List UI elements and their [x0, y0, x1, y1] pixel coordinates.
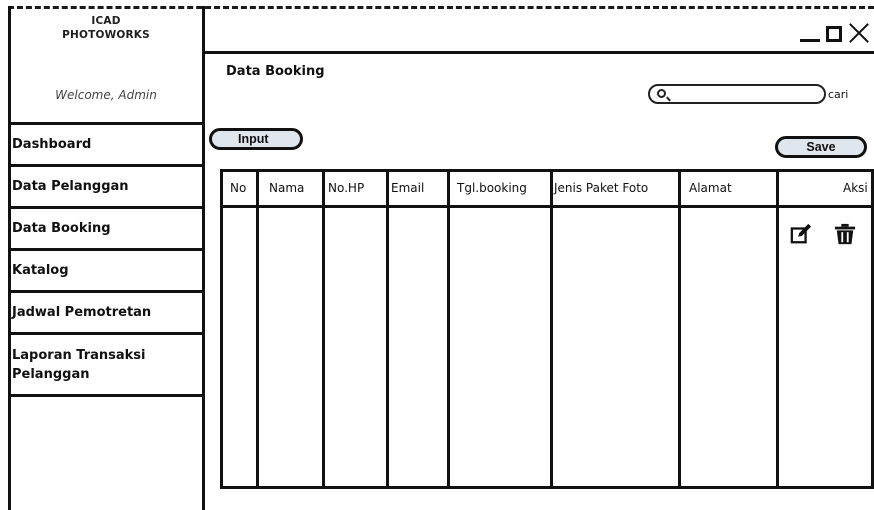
sidebar-border — [202, 6, 205, 510]
sidebar-item-label: Dashboard — [12, 137, 92, 152]
sidebar: ICAD PHOTOWORKS Welcome, Admin Dashboard… — [8, 6, 204, 510]
column-divider — [776, 172, 779, 486]
sidebar-item-label: Katalog — [12, 263, 69, 278]
row-actions — [790, 222, 856, 246]
close-icon[interactable] — [848, 22, 870, 44]
column-header-nama: Nama — [269, 181, 305, 195]
column-header-alamat: Alamat — [689, 181, 732, 195]
window-controls — [800, 22, 870, 44]
sidebar-item-label: Data Booking — [12, 221, 111, 236]
column-divider — [386, 172, 389, 486]
sidebar-item-katalog[interactable]: Katalog — [8, 251, 204, 293]
column-header-aksi: Aksi — [843, 181, 868, 195]
column-header-tgl-booking: Tgl.booking — [457, 181, 527, 195]
column-header-no: No — [230, 181, 247, 195]
sidebar-menu: Dashboard Data Pelanggan Data Booking Ka… — [8, 125, 204, 397]
sidebar-item-label: Laporan Transaksi Pelanggan — [12, 347, 146, 382]
search-input[interactable] — [672, 87, 814, 101]
search-icon — [657, 89, 666, 98]
column-divider — [447, 172, 450, 486]
booking-table: No Nama No.HP Email Tgl.booking Jenis Pa… — [220, 169, 874, 489]
sidebar-item-dashboard[interactable]: Dashboard — [8, 125, 204, 167]
maximize-icon[interactable] — [826, 26, 842, 42]
welcome-text: Welcome, Admin — [55, 88, 157, 102]
column-divider — [256, 172, 259, 486]
column-divider — [322, 172, 325, 486]
search-button[interactable]: cari — [828, 88, 848, 101]
titlebar-divider — [205, 51, 874, 54]
sidebar-item-jadwal-pemotretan[interactable]: Jadwal Pemotretan — [8, 293, 204, 335]
brand-name-line2: PHOTOWORKS — [62, 29, 150, 41]
search-bar: cari — [648, 84, 848, 104]
column-divider — [678, 172, 681, 486]
minimize-icon[interactable] — [800, 22, 820, 44]
column-divider — [550, 172, 553, 486]
column-header-email: Email — [391, 181, 425, 195]
save-button[interactable]: Save — [775, 136, 867, 158]
search-field[interactable] — [648, 84, 826, 104]
input-button[interactable]: Input — [209, 128, 303, 150]
brand-name-line1: ICAD — [91, 15, 121, 27]
column-header-nohp: No.HP — [328, 181, 365, 195]
column-header-jenis-paket-foto: Jenis Paket Foto — [554, 181, 649, 195]
page-title: Data Booking — [226, 64, 325, 79]
trash-icon[interactable] — [834, 222, 856, 246]
table-header-row — [223, 172, 871, 208]
sidebar-item-label: Jadwal Pemotretan — [12, 305, 152, 320]
sidebar-item-data-booking[interactable]: Data Booking — [8, 209, 204, 251]
sidebar-item-laporan-transaksi[interactable]: Laporan Transaksi Pelanggan — [8, 335, 204, 397]
brand-logo: ICAD PHOTOWORKS — [8, 8, 204, 60]
edit-icon[interactable] — [790, 222, 812, 246]
sidebar-item-data-pelanggan[interactable]: Data Pelanggan — [8, 167, 204, 209]
sidebar-item-label: Data Pelanggan — [12, 179, 129, 194]
